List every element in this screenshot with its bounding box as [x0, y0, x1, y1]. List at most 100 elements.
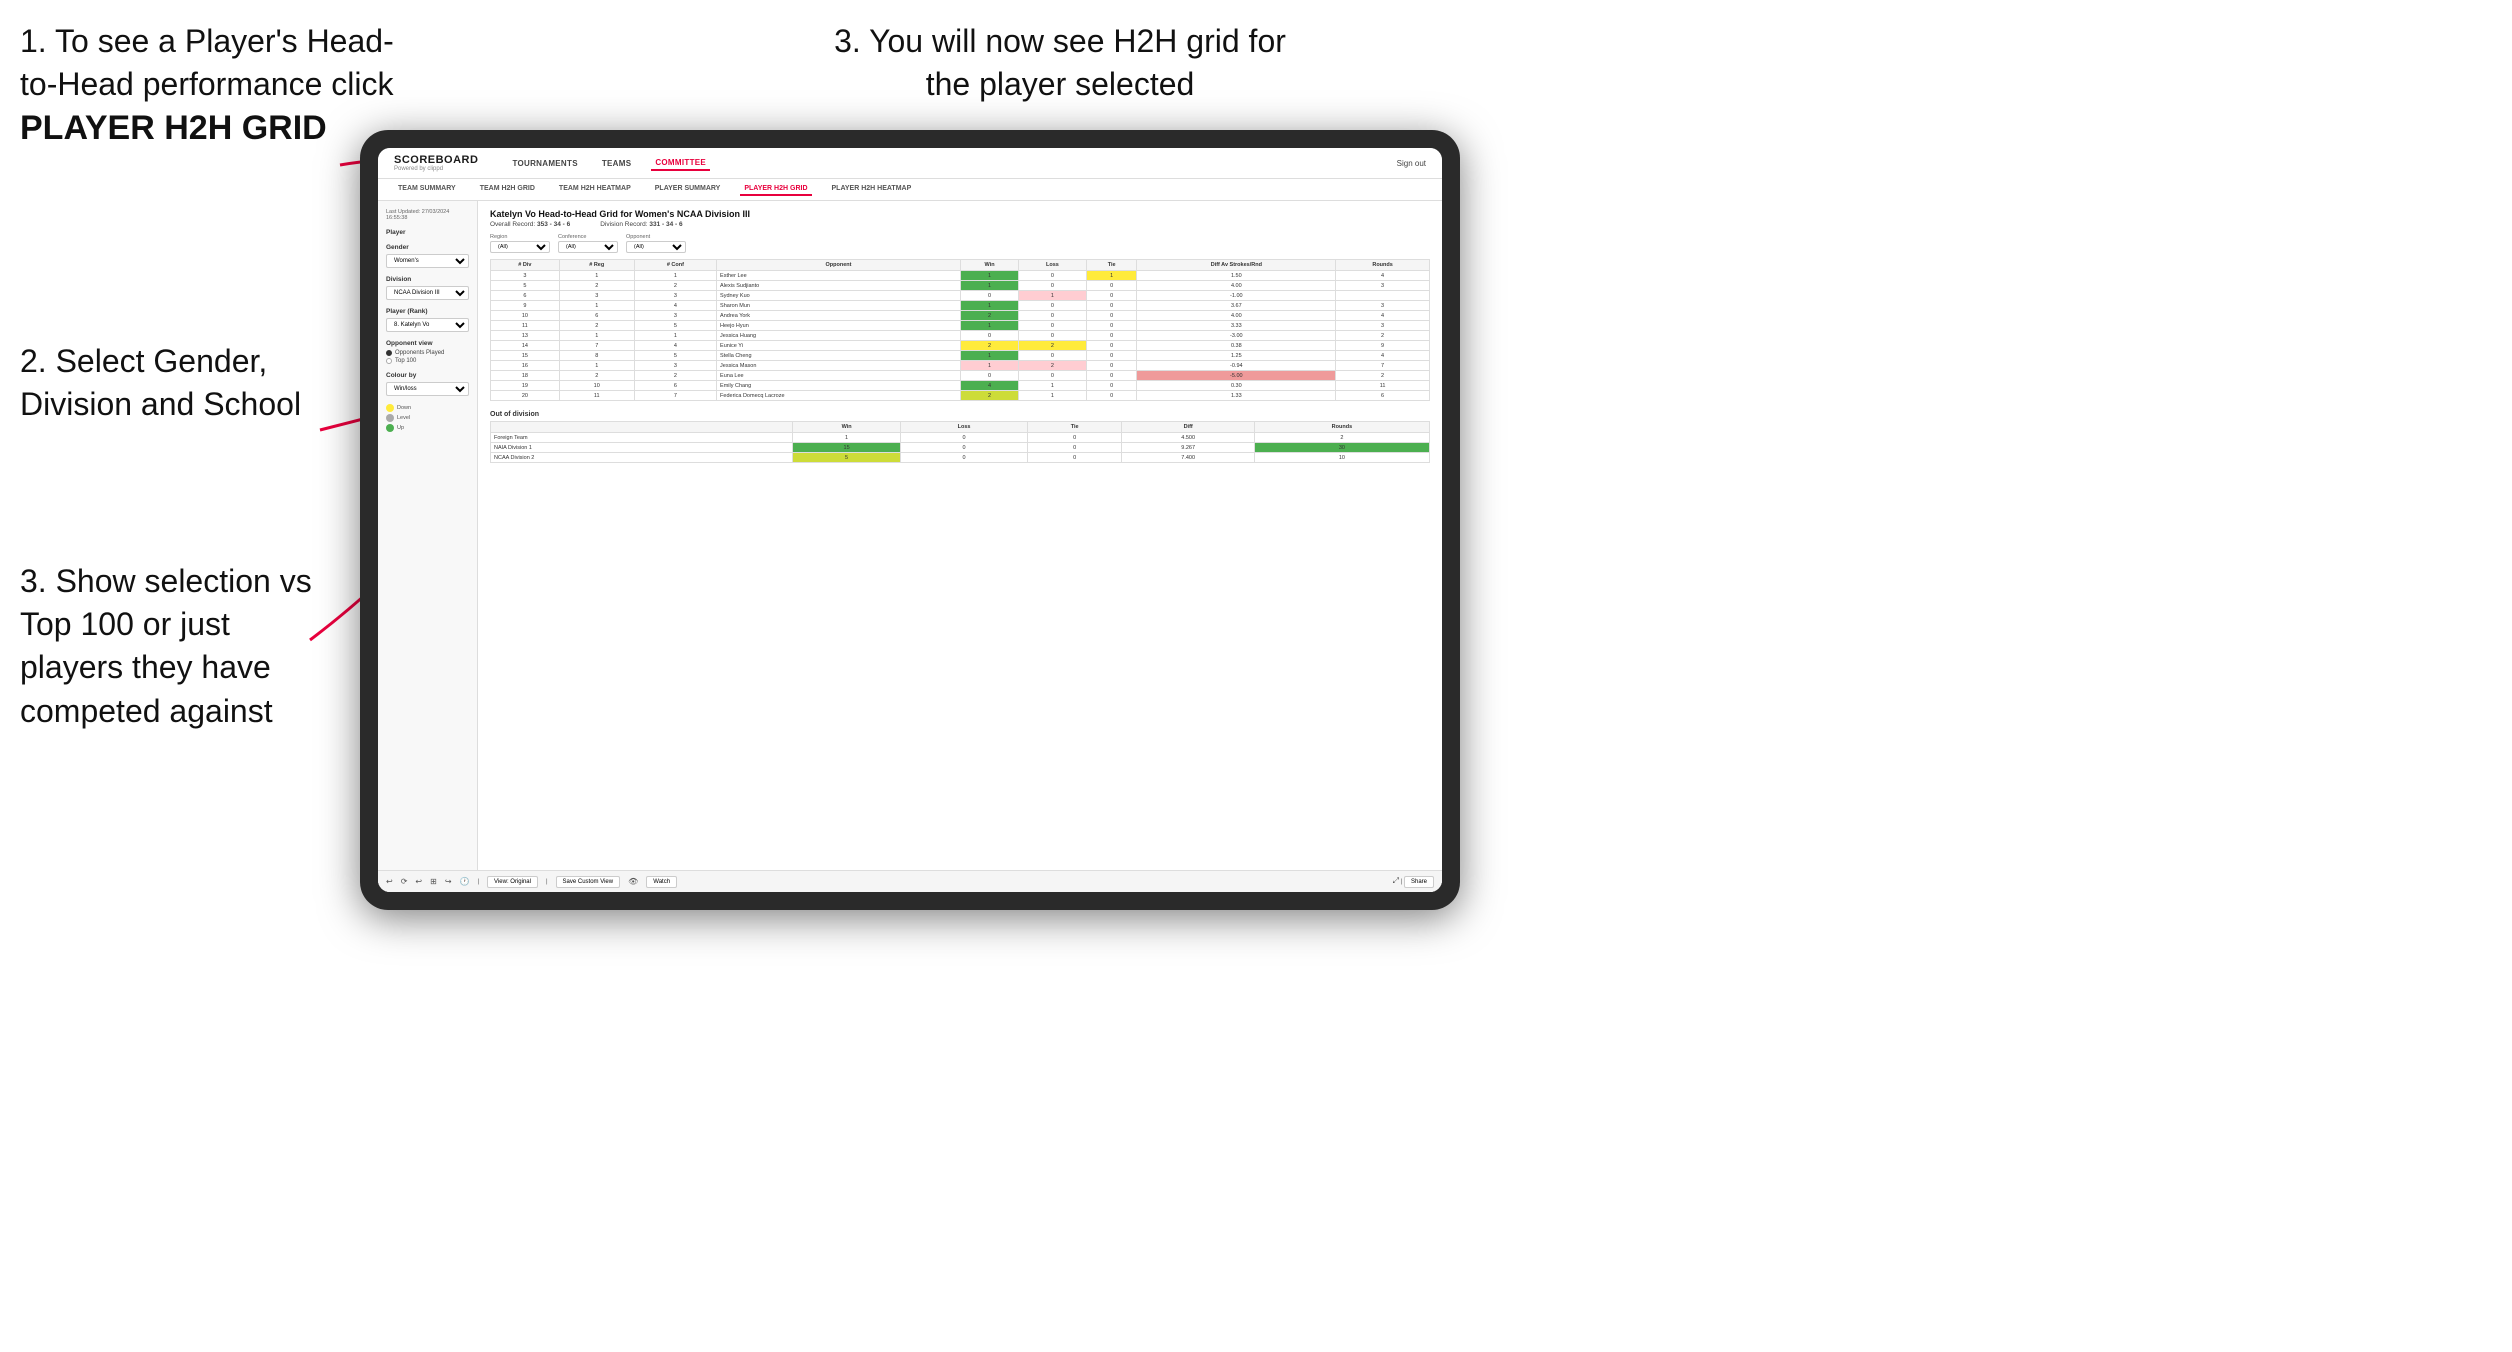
bottom-toolbar: ↩ ⟳ ↩ ⊞ ↪ 🕐 | View: Original | Save Cust… [378, 870, 1442, 892]
grid-area: Katelyn Vo Head-to-Head Grid for Women's… [478, 201, 1442, 892]
filter-row: Region (All) Conference (All) Opponent [490, 234, 1430, 253]
expand-icon[interactable]: ⤢ [1393, 876, 1399, 885]
opponent-view-options: Opponents Played Top 100 [386, 350, 469, 364]
player-rank-select[interactable]: 8. Katelyn Vo [386, 318, 469, 332]
instruction-step2: 2. Select Gender, Division and School [20, 340, 320, 426]
crop-icon[interactable]: ⊞ [430, 877, 437, 886]
gender-label: Gender [386, 244, 469, 251]
opponent-view-label: Opponent view [386, 340, 469, 347]
table-row: 1585 Stella Cheng 1 0 0 1.25 4 [491, 351, 1430, 361]
table-row: 1822 Euna Lee 0 0 0 -5.00 2 [491, 371, 1430, 381]
col-diff: Diff Av Strokes/Rnd [1137, 260, 1336, 271]
radio-dot-top100 [386, 358, 392, 364]
legend-label-level: Level [397, 415, 410, 421]
legend-label-down: Down [397, 405, 411, 411]
clock-icon[interactable]: 🕐 [460, 877, 470, 886]
division-record-value: 331 - 34 - 6 [649, 221, 682, 228]
filter-conference: Conference (All) [558, 234, 618, 253]
col-reg: # Reg [559, 260, 634, 271]
redo-icon[interactable]: ⟳ [401, 877, 408, 886]
col-rounds: Rounds [1336, 260, 1430, 271]
filter-conference-label: Conference [558, 234, 618, 240]
gender-select[interactable]: Women's [386, 254, 469, 268]
nav-committee[interactable]: COMMITTEE [651, 156, 710, 171]
step2-text: 2. Select Gender, Division and School [20, 343, 301, 422]
subnav-player-h2h-heatmap[interactable]: PLAYER H2H HEATMAP [828, 183, 916, 196]
subnav-team-h2h-heatmap[interactable]: TEAM H2H HEATMAP [555, 183, 635, 196]
division-record: Division Record: 331 - 34 - 6 [600, 221, 682, 228]
instruction-step3b: 3. Show selection vs Top 100 or just pla… [20, 560, 330, 733]
division-select[interactable]: NCAA Division III [386, 286, 469, 300]
division-record-label: Division Record: [600, 221, 647, 228]
subnav-player-summary[interactable]: PLAYER SUMMARY [651, 183, 725, 196]
col-opponent: Opponent [717, 260, 961, 271]
table-row: 311 Esther Lee 1 0 1 1.50 4 [491, 271, 1430, 281]
radio-dot-opponents [386, 350, 392, 356]
table-row: 1311 Jessica Huang 0 0 0 -3.00 2 [491, 331, 1430, 341]
player-section: Player [386, 229, 469, 236]
watch-icon[interactable]: 👁 [628, 877, 638, 886]
redo2-icon[interactable]: ↪ [445, 877, 452, 886]
legend-down: Down [386, 404, 469, 412]
step1-bold: PLAYER H2H GRID [20, 109, 327, 147]
header-sign-out[interactable]: Sign out [1397, 159, 1426, 168]
logo-sub: Powered by clippd [394, 166, 478, 172]
col-conf: # Conf [634, 260, 716, 271]
table-row: 633 Sydney Kuo 0 1 0 -1.00 [491, 291, 1430, 301]
radio-top100[interactable]: Top 100 [386, 358, 469, 364]
undo2-icon[interactable]: ↩ [415, 877, 422, 886]
undo-icon[interactable]: ↩ [386, 877, 393, 886]
radio-opponents-played[interactable]: Opponents Played [386, 350, 469, 356]
col-tie: Tie [1086, 260, 1137, 271]
filter-region: Region (All) [490, 234, 550, 253]
colour-by-select[interactable]: Win/loss [386, 382, 469, 396]
legend: Down Level Up [386, 404, 469, 432]
subnav-team-summary[interactable]: TEAM SUMMARY [394, 183, 460, 196]
table-row: 1613 Jessica Mason 1 2 0 -0.94 7 [491, 361, 1430, 371]
player-rank-section: Player (Rank) 8. Katelyn Vo [386, 308, 469, 332]
player-rank-label: Player (Rank) [386, 308, 469, 315]
legend-dot-up [386, 424, 394, 432]
table-row: 1474 Eunice Yi 2 2 0 0.38 9 [491, 341, 1430, 351]
opponent-view-section: Opponent view Opponents Played Top 100 [386, 340, 469, 364]
logo-text: SCOREBOARD [394, 154, 478, 166]
logo-area: SCOREBOARD Powered by clippd [394, 154, 478, 172]
col-win: Win [961, 260, 1019, 271]
overall-record: Overall Record: 353 - 34 - 6 [490, 221, 570, 228]
save-custom-view-button[interactable]: Save Custom View [556, 876, 621, 888]
out-div-row: NAIA Division 1 15 0 0 9.267 30 [491, 443, 1430, 453]
col-div: # Div [491, 260, 560, 271]
table-row: 522 Alexis Sudjianto 1 0 0 4.00 3 [491, 281, 1430, 291]
tablet-screen: SCOREBOARD Powered by clippd TOURNAMENTS… [378, 148, 1442, 892]
left-panel: Last Updated: 27/03/2024 16:55:38 Player… [378, 201, 478, 892]
filter-conference-select[interactable]: (All) [558, 241, 618, 253]
gender-section: Gender Women's [386, 244, 469, 268]
legend-dot-level [386, 414, 394, 422]
subnav-team-h2h-grid[interactable]: TEAM H2H GRID [476, 183, 539, 196]
nav-tournaments[interactable]: TOURNAMENTS [508, 157, 581, 170]
col-loss: Loss [1019, 260, 1087, 271]
tablet-device: SCOREBOARD Powered by clippd TOURNAMENTS… [360, 130, 1460, 910]
filter-region-label: Region [490, 234, 550, 240]
legend-label-up: Up [397, 425, 404, 431]
view-original-button[interactable]: View: Original [487, 876, 538, 888]
filter-opponent-select[interactable]: (All) [626, 241, 686, 253]
main-data-table: # Div # Reg # Conf Opponent Win Loss Tie… [490, 259, 1430, 401]
out-div-row: Foreign Team 1 0 0 4.500 2 [491, 433, 1430, 443]
share-button[interactable]: Share [1404, 876, 1434, 888]
instruction-step3a: 3. You will now see H2H grid for the pla… [820, 20, 1300, 106]
main-nav: TOURNAMENTS TEAMS COMMITTEE [508, 156, 1376, 171]
watch-button[interactable]: Watch [646, 876, 677, 888]
subnav-player-h2h-grid[interactable]: PLAYER H2H GRID [740, 183, 811, 196]
last-updated-time: 16:55:38 [386, 215, 469, 221]
grid-records: Overall Record: 353 - 34 - 6 Division Re… [490, 221, 1430, 228]
colour-by-section: Colour by Win/loss [386, 372, 469, 396]
filter-opponent-label: Opponent [626, 234, 686, 240]
app-header: SCOREBOARD Powered by clippd TOURNAMENTS… [378, 148, 1442, 179]
main-content: Last Updated: 27/03/2024 16:55:38 Player… [378, 201, 1442, 892]
nav-teams[interactable]: TEAMS [598, 157, 636, 170]
radio-label-top100: Top 100 [395, 358, 416, 364]
filter-region-select[interactable]: (All) [490, 241, 550, 253]
colour-by-label: Colour by [386, 372, 469, 379]
legend-dot-down [386, 404, 394, 412]
